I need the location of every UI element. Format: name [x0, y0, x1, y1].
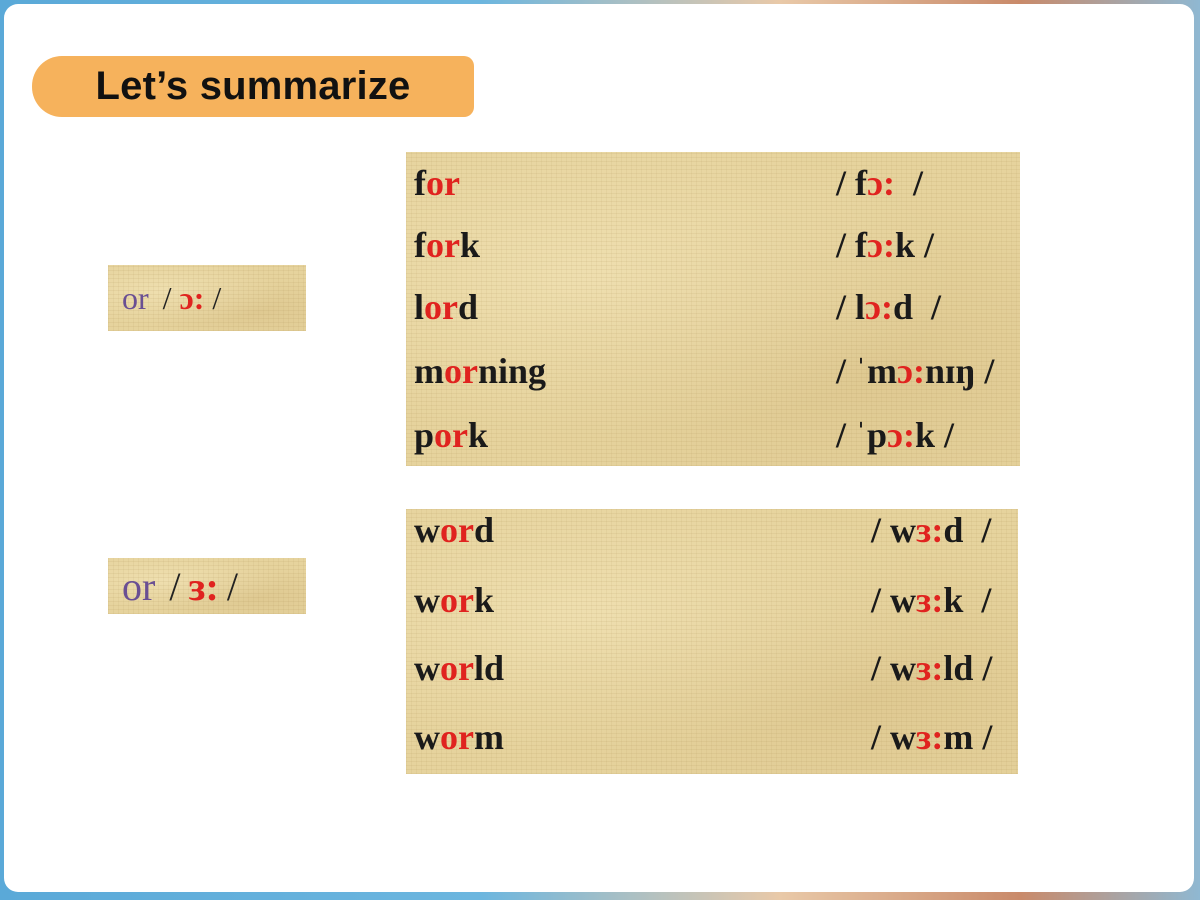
word-row: lord / lɔ:d /: [406, 286, 1020, 334]
word-row: for / fɔ: /: [406, 162, 1020, 210]
word: fork: [414, 225, 481, 265]
phonetic-transcription: / wɜ:m /: [871, 717, 993, 757]
spelling-letters: or: [122, 279, 149, 316]
slash-close: /: [226, 563, 238, 609]
word-row: word / wɜ:d /: [406, 509, 1018, 557]
word: world: [414, 648, 505, 688]
phoneme-symbol: ɔ:: [179, 279, 205, 316]
word-row: world / wɜ:ld /: [406, 647, 1018, 695]
word-row: morning / ˈmɔ:nɪŋ /: [406, 350, 1020, 398]
word: work: [414, 580, 495, 620]
slide-card: Let’s summarize or / ɔ: / or / ɜ: / for …: [4, 4, 1194, 892]
word: pork: [414, 415, 489, 455]
slash-close: /: [212, 279, 222, 316]
phonetic-transcription: / wɜ:ld /: [871, 648, 993, 688]
slash-open: /: [162, 279, 172, 316]
phonetic-transcription: / ˈmɔ:nɪŋ /: [836, 351, 995, 391]
spelling-letters: or: [122, 563, 156, 609]
slide-title: Let’s summarize: [32, 56, 474, 117]
word: morning: [414, 351, 547, 391]
word-row: fork / fɔ:k /: [406, 224, 1020, 272]
word-table-aw: for / fɔ: / fork / fɔ:k / lord / lɔ:d / …: [406, 152, 1020, 466]
phonetic-transcription: / wɜ:d /: [871, 510, 992, 550]
word-table-er: word / wɜ:d / work / wɜ:k / world / wɜ:l…: [406, 509, 1018, 774]
phoneme-card-or-aw: or / ɔ: /: [108, 265, 306, 331]
phoneme-symbol: ɜ:: [188, 563, 219, 609]
phonetic-transcription: / fɔ: /: [836, 163, 923, 203]
phonetic-transcription: / ˈpɔ:k /: [836, 415, 955, 455]
phonetic-transcription: / lɔ:d /: [836, 287, 942, 327]
word: lord: [414, 287, 479, 327]
word-row: worm / wɜ:m /: [406, 716, 1018, 764]
word: for: [414, 163, 460, 203]
word: worm: [414, 717, 504, 757]
slash-open: /: [169, 563, 181, 609]
phonetic-transcription: / fɔ:k /: [836, 225, 934, 265]
phoneme-card-or-er: or / ɜ: /: [108, 558, 306, 614]
word: word: [414, 510, 495, 550]
phonetic-transcription: / wɜ:k /: [871, 580, 992, 620]
word-row: work / wɜ:k /: [406, 579, 1018, 627]
word-row: pork / ˈpɔ:k /: [406, 414, 1020, 462]
